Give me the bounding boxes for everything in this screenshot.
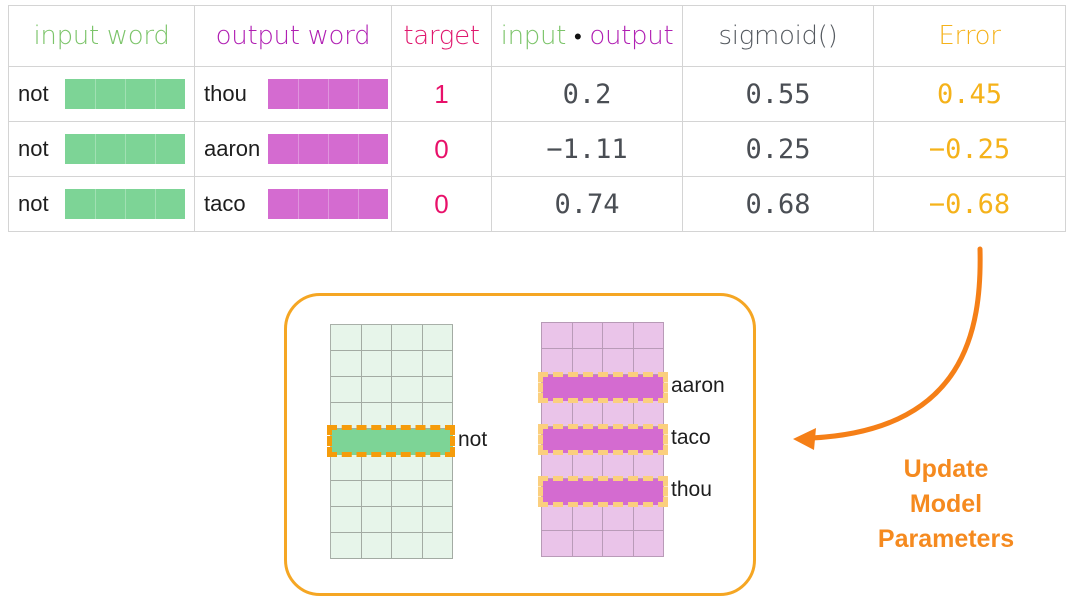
matrix-cell-highlighted (572, 375, 603, 401)
matrix-cell-highlighted (603, 479, 634, 505)
matrix-cell-highlighted (331, 429, 362, 455)
update-label-line: Model (909, 490, 983, 518)
matrix-cell (361, 351, 392, 377)
matrix-cell (361, 481, 392, 507)
matrix-cell-highlighted (633, 427, 664, 453)
matrix-cell (633, 401, 664, 427)
matrix-cell (422, 455, 453, 481)
matrix-cell (542, 401, 573, 427)
embedding-row-label: not (458, 428, 488, 451)
matrix-cell (331, 325, 362, 351)
matrix-cell (331, 481, 362, 507)
matrix-cell (392, 403, 423, 429)
matrix-cell-highlighted (422, 429, 453, 455)
matrix-cell (361, 403, 392, 429)
matrix-cell (331, 507, 362, 533)
matrix-cell-highlighted (392, 429, 423, 455)
matrix-cell (422, 507, 453, 533)
matrix-cell-highlighted (603, 427, 634, 453)
matrix-cell (633, 323, 664, 349)
matrix-cell-highlighted (361, 429, 392, 455)
matrix-cell (361, 455, 392, 481)
context-matrix (541, 322, 664, 557)
matrix-cell (331, 377, 362, 403)
context-row-label: thou (671, 478, 712, 501)
update-label-line: Update (903, 455, 989, 483)
matrix-cell (542, 349, 573, 375)
matrix-cell-highlighted (542, 375, 573, 401)
matrix-cell (572, 531, 603, 557)
matrix-cell-highlighted (572, 479, 603, 505)
matrix-cell (422, 377, 453, 403)
matrix-cell (542, 531, 573, 557)
matrix-cell-highlighted (542, 427, 573, 453)
matrix-cell (361, 377, 392, 403)
embedding-matrix (330, 324, 453, 559)
matrix-cell-highlighted (572, 427, 603, 453)
matrix-cell (392, 507, 423, 533)
matrix-cell (603, 323, 634, 349)
matrix-cell (603, 453, 634, 479)
matrix-cell (633, 349, 664, 375)
matrix-cell (633, 505, 664, 531)
matrix-cell (422, 325, 453, 351)
matrix-cell (603, 349, 634, 375)
matrix-cell (392, 325, 423, 351)
matrix-cell (392, 377, 423, 403)
matrix-cell (392, 351, 423, 377)
matrix-cell (572, 349, 603, 375)
matrix-cell (331, 533, 362, 559)
matrix-cell (422, 533, 453, 559)
matrix-cell (542, 505, 573, 531)
matrix-cell (331, 351, 362, 377)
matrix-cell (392, 455, 423, 481)
matrix-cell-highlighted (633, 479, 664, 505)
matrix-cell-highlighted (542, 479, 573, 505)
matrix-cell (392, 481, 423, 507)
matrix-cell (331, 403, 362, 429)
matrix-cell (572, 401, 603, 427)
matrix-cell (392, 533, 423, 559)
matrix-cell (572, 323, 603, 349)
matrix-cell (331, 455, 362, 481)
matrix-cell (542, 453, 573, 479)
matrix-cell (361, 533, 392, 559)
matrix-cell (542, 323, 573, 349)
matrix-cell-highlighted (603, 375, 634, 401)
matrix-cell-highlighted (633, 375, 664, 401)
matrix-cell (422, 351, 453, 377)
matrix-cell (361, 507, 392, 533)
matrix-cell (361, 325, 392, 351)
matrix-cell (572, 453, 603, 479)
matrix-cell (572, 505, 603, 531)
update-model-parameters-label: Update Model Parameters (848, 452, 1044, 557)
matrix-cell (422, 403, 453, 429)
matrix-cell (603, 401, 634, 427)
context-row-label: aaron (671, 374, 725, 397)
matrix-cell (603, 531, 634, 557)
matrix-cell (422, 481, 453, 507)
matrix-cell (633, 453, 664, 479)
update-label-line: Parameters (877, 525, 1015, 553)
matrix-cell (633, 531, 664, 557)
context-row-label: taco (671, 426, 711, 449)
matrix-cell (603, 505, 634, 531)
